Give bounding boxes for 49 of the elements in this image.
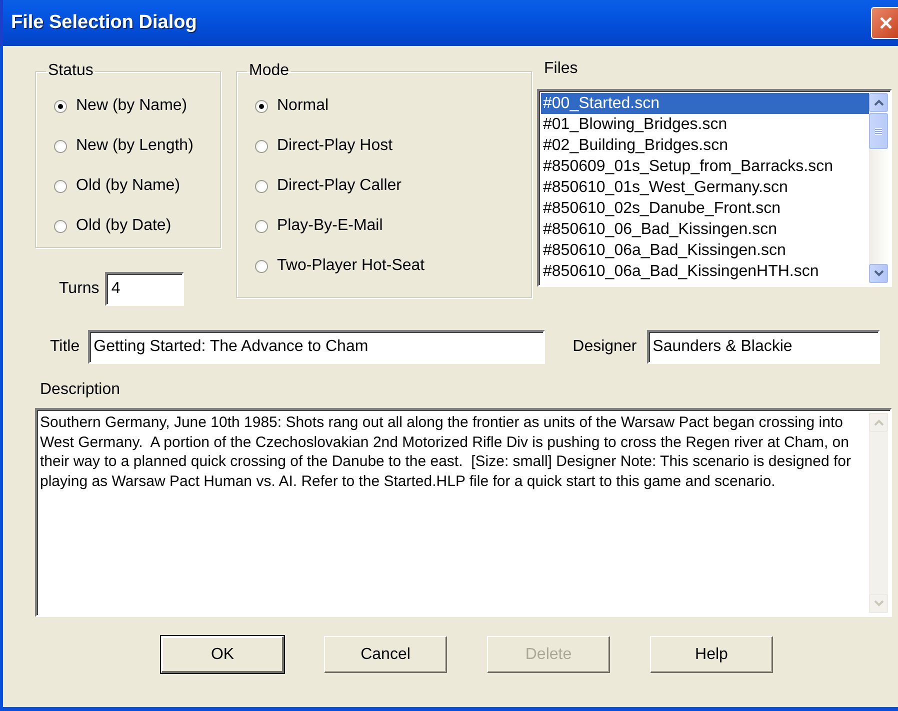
radio-circle[interactable] (255, 100, 268, 112)
radio-circle[interactable] (255, 260, 268, 272)
dialog-button[interactable]: Help (650, 636, 773, 673)
description-label: Description (40, 381, 122, 399)
radio-option[interactable]: Normal (255, 86, 531, 126)
radio-option[interactable]: Old (by Name) (54, 166, 220, 206)
dialog-button[interactable]: OK (161, 636, 284, 673)
file-list[interactable] (537, 89, 892, 287)
list-label: Files (544, 60, 579, 79)
list-item[interactable]: #850610_06_Bad_Kissingen.scn (541, 219, 869, 240)
radio-circle[interactable] (255, 220, 268, 232)
radio-circle[interactable] (54, 220, 67, 232)
radio-option[interactable]: Play-By-E-Mail (255, 206, 531, 246)
scroll-up-button[interactable] (869, 93, 888, 112)
close-icon (879, 16, 893, 30)
radio-option[interactable]: Direct-Play Caller (255, 166, 531, 206)
list-item[interactable]: #850610_01s_West_Germany.scn (541, 177, 869, 198)
group-label: Status (47, 62, 94, 80)
designer-label: Designer (572, 338, 637, 356)
list-item[interactable]: #850610_02s_Danube_Front.scn (541, 198, 869, 219)
list-item[interactable]: #02_Building_Bridges.scn (541, 135, 869, 156)
turns-field[interactable]: 4 (105, 272, 184, 306)
radio-option[interactable]: Direct-Play Host (255, 126, 531, 166)
radio-circle[interactable] (255, 180, 268, 192)
radio-option[interactable]: Two-Player Hot-Seat (255, 246, 531, 286)
radio-circle[interactable] (54, 180, 67, 192)
radio-option[interactable]: New (by Length) (54, 126, 220, 166)
title-field[interactable]: Getting Started: The Advance to Cham (88, 330, 545, 364)
radio-circle[interactable] (54, 140, 67, 152)
designer-field[interactable]: Saunders & Blackie (646, 330, 880, 364)
list-item[interactable]: #850609_01s_Setup_from_Barracks.scn (541, 156, 869, 177)
scroll-down-button[interactable] (869, 264, 888, 283)
dialog-button[interactable]: Cancel (324, 636, 447, 673)
radio-circle[interactable] (255, 140, 268, 152)
close-button[interactable] (871, 7, 898, 39)
list-item[interactable]: #01_Blowing_Bridges.scn (541, 114, 869, 135)
list-item[interactable]: #850610_06a_Bad_KissingenHTH.scn (541, 261, 869, 282)
group-label: Mode (248, 62, 290, 80)
title-label: Title (50, 338, 80, 356)
radio-option[interactable]: New (by Name) (54, 86, 220, 126)
list-item[interactable]: #00_Started.scn (541, 93, 869, 114)
list-item[interactable]: #850610_06a_Bad_Kissingen.scn (541, 240, 869, 261)
window-title: File Selection Dialog (11, 12, 197, 34)
scrollbar[interactable] (869, 93, 888, 283)
radio-option[interactable]: Old (by Date) (54, 206, 220, 246)
radio-circle[interactable] (54, 100, 67, 112)
description-field[interactable]: Southern Germany, June 10th 1985: Shots rang out all along the frontier as units of the Warsaw Pact began crossing into West Germany. A portion of the Czechoslovakian 2nd Motorized Rifle Div is pushing to cross the Regen river at Cham, on their way to a planned quick crossing of the Danube to the east. [Size: small] Designer Note: This scenario is designed for playing as Warsaw Pact Human vs. AI. Refer to the Started.HLP file for a quick start to this game and scenario. (35, 408, 892, 617)
turns-label: Turns (59, 280, 100, 298)
scroll-thumb[interactable] (869, 113, 888, 149)
